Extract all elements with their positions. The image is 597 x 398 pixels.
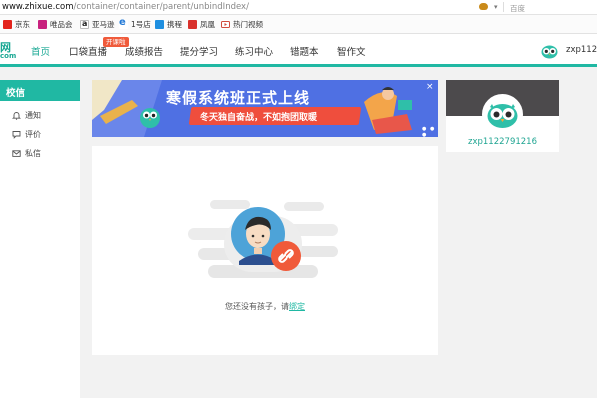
user-menu[interactable]: zxp112...: [566, 45, 597, 55]
tab-mistakes[interactable]: 错题本: [290, 44, 319, 58]
profile-username[interactable]: zxp1122791216: [446, 137, 559, 147]
bell-icon: [12, 111, 21, 120]
sidebar-title: 校信: [6, 88, 26, 99]
bookmark-ctrip[interactable]: 携程: [155, 19, 182, 30]
bookmark-label: 凤凰: [200, 20, 215, 29]
bookmark-yhd[interactable]: 1号店: [119, 17, 151, 30]
bookmark-label: 唯品会: [50, 20, 73, 29]
address-bar[interactable]: www.zhixue.com/container/container/paren…: [0, 0, 597, 15]
ifeng-icon: [188, 20, 197, 29]
empty-state-message: 您还没有孩子，请绑定: [92, 301, 438, 312]
bookmark-ifeng[interactable]: 凤凰: [188, 19, 215, 30]
bookmark-label: 携程: [167, 20, 182, 29]
url-path: /container/container/parent/unbindIndex/: [73, 2, 249, 12]
bookmark-jd[interactable]: 京东: [3, 19, 30, 30]
site-nav: 网 com 首页 口袋直播 开课啦 成绩报告 提分学习 练习中心 错题本 智作文…: [0, 34, 597, 67]
bookmark-video[interactable]: 热门视频: [221, 19, 263, 30]
video-icon: [221, 20, 230, 29]
sidebar-item-review[interactable]: 评价: [12, 128, 41, 140]
sidebar-item-label: 评价: [25, 129, 41, 139]
bookmark-label: 1号店: [131, 20, 151, 29]
promo-banner[interactable]: 寒假系统班正式上线 冬天独自奋战，不如抱团取暖 × ● ● ●: [92, 80, 438, 137]
url-domain: www.zhixue.com: [2, 2, 74, 12]
owl-avatar-icon[interactable]: [541, 43, 558, 59]
chevron-down-icon[interactable]: ▾: [494, 3, 498, 11]
search-engine-icon[interactable]: [478, 1, 490, 12]
tab-study[interactable]: 提分学习: [180, 44, 218, 58]
amazon-icon: [80, 19, 89, 29]
sidebar-item-label: 私信: [25, 148, 41, 158]
profile-card: zxp1122791216: [446, 80, 559, 152]
bookmark-label: 亚马逊: [92, 20, 115, 29]
bookmark-amazon[interactable]: 亚马逊: [80, 19, 115, 30]
ctrip-icon: [155, 20, 164, 29]
ie-icon: [119, 17, 128, 29]
close-icon[interactable]: ×: [426, 82, 434, 92]
banner-subtitle: 冬天独自奋战，不如抱团取暖: [200, 113, 318, 123]
tab-report[interactable]: 成绩报告: [125, 44, 163, 58]
bookmark-vip[interactable]: 唯品会: [38, 19, 73, 30]
sidebar: 校信 通知 评价 私信: [0, 80, 80, 398]
divider: [503, 2, 504, 12]
url-text[interactable]: www.zhixue.com/container/container/paren…: [2, 2, 249, 12]
bookmark-label: 京东: [15, 20, 30, 29]
vip-icon: [38, 20, 47, 29]
owl-avatar-icon[interactable]: [482, 94, 523, 135]
search-engine-label[interactable]: 百度: [510, 3, 525, 14]
empty-child-illustration: [188, 200, 338, 278]
page: www.zhixue.com/container/container/paren…: [0, 0, 597, 398]
sidebar-item-label: 通知: [25, 110, 41, 120]
banner-title: 寒假系统班正式上线: [166, 89, 311, 107]
jd-icon: [3, 20, 12, 29]
empty-state-text: 您还没有孩子，请: [225, 302, 289, 311]
sidebar-item-notice[interactable]: 通知: [12, 109, 41, 121]
tab-live[interactable]: 口袋直播: [69, 44, 107, 58]
bind-child-link[interactable]: 绑定: [289, 302, 305, 311]
bookmarks-bar: 京东 唯品会 亚马逊 1号店 携程 凤凰 热门视频: [0, 15, 597, 34]
main-panel: 您还没有孩子，请绑定: [92, 146, 438, 355]
mail-icon: [12, 149, 21, 158]
sidebar-item-message[interactable]: 私信: [12, 147, 41, 159]
tab-essay[interactable]: 智作文: [337, 44, 366, 58]
comment-icon: [12, 130, 21, 139]
tab-home[interactable]: 首页: [31, 44, 50, 58]
sidebar-header: 校信: [0, 80, 80, 101]
bookmark-label: 热门视频: [233, 20, 263, 29]
carousel-dots[interactable]: ● ● ●: [422, 126, 438, 137]
site-logo[interactable]: 网 com: [0, 39, 17, 61]
tab-practice[interactable]: 练习中心: [235, 44, 273, 58]
logo-subtext: com: [0, 52, 17, 60]
